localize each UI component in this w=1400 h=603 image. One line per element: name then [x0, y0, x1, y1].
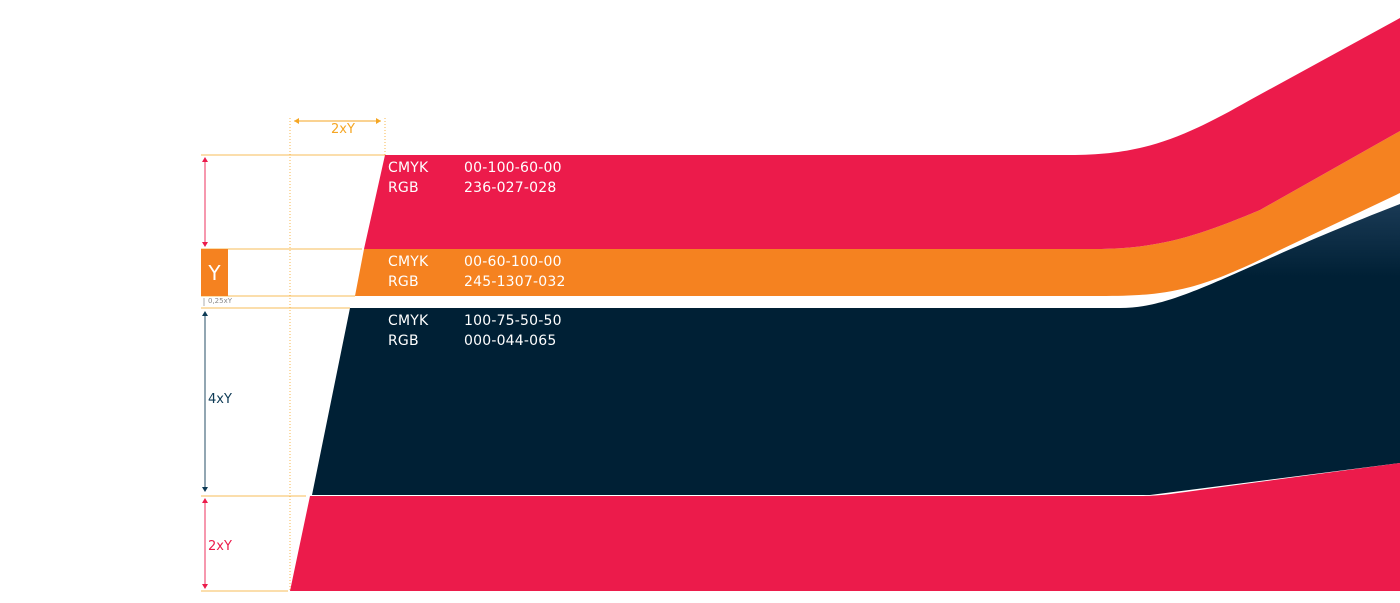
rgb-label: RGB: [388, 180, 419, 196]
orange-swatch-values: CMYK 00-60-100-00 RGB 245-1307-032: [388, 252, 566, 292]
top-width-arrow-left-head: [294, 118, 299, 124]
top-red-height-arrow-down-head: [202, 242, 208, 247]
gap-label: 0,25xY: [208, 297, 233, 305]
top-red-height-arrow-up-head: [202, 157, 208, 162]
rgb-value: 236-027-028: [464, 180, 557, 196]
cmyk-value: 00-60-100-00: [464, 254, 562, 270]
navy-height-arrow-down-head: [202, 487, 208, 492]
top-red-band: [364, 18, 1400, 249]
red-swatch-values: CMYK 00-100-60-00 RGB 236-027-028: [388, 158, 562, 198]
cmyk-value: 100-75-50-50: [464, 313, 562, 329]
cmyk-value: 00-100-60-00: [464, 160, 562, 176]
top-width-arrow-right-head: [376, 118, 381, 124]
navy-swatch-values: CMYK 100-75-50-50 RGB 000-044-065: [388, 311, 562, 351]
rgb-label: RGB: [388, 274, 419, 290]
rgb-value: 245-1307-032: [464, 274, 566, 290]
rgb-value: 000-044-065: [464, 333, 557, 349]
cmyk-label: CMYK: [388, 160, 429, 176]
rgb-label: RGB: [388, 333, 419, 349]
navy-height-arrow-up-head: [202, 311, 208, 316]
navy-height-label: 4xY: [208, 392, 232, 407]
top-width-label: 2xY: [331, 122, 355, 137]
bottom-red-height-arrow-down-head: [202, 584, 208, 589]
bottom-height-label: 2xY: [208, 539, 232, 554]
unit-box: Y: [201, 249, 228, 296]
cmyk-label: CMYK: [388, 254, 429, 270]
bottom-red-height-arrow-up-head: [202, 498, 208, 503]
cmyk-label: CMYK: [388, 313, 429, 329]
